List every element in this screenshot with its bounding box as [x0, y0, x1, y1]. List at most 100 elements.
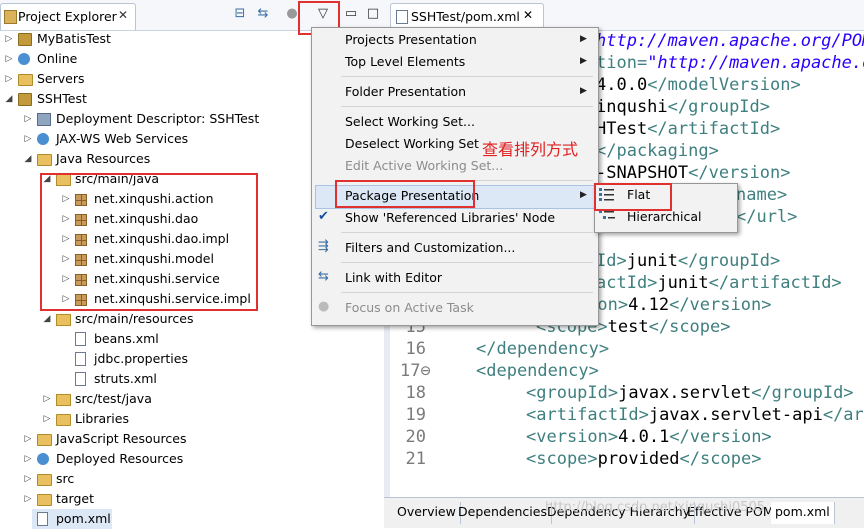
code-token: name> — [736, 185, 788, 205]
tree-item[interactable]: ▷ Deployed Resources — [0, 449, 384, 469]
project-explorer-icon — [4, 10, 17, 24]
tree-item[interactable]: struts.xml — [0, 369, 384, 389]
expand-arrow-icon[interactable]: ▷ — [23, 429, 33, 449]
code-line[interactable]: 4.0.0</modelVersion> — [596, 75, 801, 95]
code-token: <dependency> — [476, 361, 599, 381]
code-line[interactable]: inqushi</groupId> — [596, 97, 770, 117]
code-line[interactable]: http://maven.apache.org/POM — [596, 31, 864, 51]
code-line[interactable]: tion="http://maven.apache.o — [596, 53, 864, 73]
menu-item-folder-presentation[interactable]: Folder Presentation — [345, 82, 466, 102]
tree-item-label: SSHTest — [37, 91, 87, 106]
tree-item-label: MyBatisTest — [37, 31, 111, 46]
menu-separator — [341, 106, 593, 107]
tree-item[interactable]: ▷ target — [0, 489, 384, 509]
tab-project-explorer[interactable]: Project Explorer ✕ — [0, 3, 136, 30]
tab-pom-xml[interactable]: SSHTest/pom.xml ✕ — [390, 3, 544, 30]
expand-arrow-icon[interactable]: ▷ — [4, 29, 14, 49]
menu-item-show-referenced-libraries-node[interactable]: Show 'Referenced Libraries' Node — [345, 208, 555, 228]
task-icon: ● — [318, 299, 330, 314]
collapse-arrow-icon[interactable]: ◢ — [23, 149, 33, 169]
code-line[interactable]: <artifactId>javax.servlet-api</art — [526, 405, 864, 425]
tab-project-explorer-label: Project Explorer — [18, 9, 117, 24]
expand-arrow-icon[interactable]: ▷ — [23, 109, 33, 129]
code-line[interactable]: <scope>provided</scope> — [526, 449, 761, 469]
filter-icon: ⇶ — [318, 239, 329, 254]
code-token: <artifactId> — [526, 405, 649, 425]
tree-item-label: Java Resources — [56, 151, 151, 166]
tree-item[interactable]: pom.xml — [32, 509, 112, 529]
globe-icon — [37, 453, 49, 465]
menu-item-top-level-elements[interactable]: Top Level Elements — [345, 52, 465, 72]
code-line[interactable]: <version>4.0.1</version> — [526, 427, 772, 447]
code-line[interactable]: </dependency> — [476, 339, 609, 359]
code-line[interactable]: <groupId>javax.servlet</groupId> — [526, 383, 854, 403]
expand-arrow-icon[interactable]: ▷ — [23, 489, 33, 509]
tree-item[interactable]: ▷ Libraries — [0, 409, 384, 429]
tree-item[interactable]: beans.xml — [0, 329, 384, 349]
editor-tab-dependencies[interactable]: Dependencies — [454, 502, 552, 524]
code-token: </version> — [669, 295, 772, 315]
tree-item[interactable]: jdbc.properties — [0, 349, 384, 369]
tree-item-label: Servers — [37, 71, 85, 86]
file-icon — [75, 352, 86, 366]
link-with-editor-icon[interactable]: ⇆ — [255, 6, 271, 22]
code-line[interactable]: Id>junit</groupId> — [596, 251, 780, 271]
tree-item[interactable]: ▷ src/test/java — [0, 389, 384, 409]
code-token: </version> — [688, 163, 791, 183]
close-icon[interactable]: ✕ — [523, 8, 533, 22]
expand-arrow-icon[interactable]: ▷ — [23, 129, 33, 149]
menu-item-filters-and-customization[interactable]: Filters and Customization... — [345, 238, 515, 258]
tree-item[interactable]: ▷ JavaScript Resources — [0, 429, 384, 449]
library-icon — [56, 414, 71, 426]
line-number: 18 — [405, 383, 426, 403]
code-token: 4.0.0 — [596, 75, 648, 95]
code-token: </art — [822, 405, 864, 425]
maximize-icon[interactable]: □ — [365, 6, 381, 22]
minimize-icon[interactable]: ▭ — [343, 6, 359, 22]
code-line[interactable]: <dependency> — [476, 361, 599, 381]
expand-arrow-icon[interactable]: ▷ — [23, 469, 33, 489]
collapse-arrow-icon[interactable]: ◢ — [42, 309, 52, 329]
menu-item-select-working-set[interactable]: Select Working Set... — [345, 112, 475, 132]
collapse-arrow-icon[interactable]: ◢ — [4, 89, 14, 109]
source-folder-icon — [56, 314, 71, 326]
globe-icon — [37, 133, 49, 145]
package-presentation-highlight — [335, 180, 475, 208]
code-line[interactable]: name> — [736, 185, 787, 205]
tree-item-label: JavaScript Resources — [56, 431, 187, 446]
code-token: </artifactId> — [708, 273, 842, 293]
tree-item-label: Libraries — [75, 411, 129, 426]
expand-arrow-icon[interactable]: ▷ — [4, 69, 14, 89]
menu-item-deselect-working-set[interactable]: Deselect Working Set — [345, 134, 479, 154]
editor-tab-overview[interactable]: Overview — [393, 502, 461, 524]
expand-arrow-icon[interactable]: ▷ — [23, 449, 33, 469]
menu-item-projects-presentation[interactable]: Projects Presentation — [345, 30, 477, 50]
expand-arrow-icon[interactable]: ▷ — [4, 49, 14, 69]
code-token: javax.servlet-api — [648, 405, 823, 425]
code-line[interactable]: </url> — [736, 207, 797, 227]
code-line[interactable]: </packaging> — [596, 141, 719, 161]
code-line[interactable]: HTest</artifactId> — [596, 119, 780, 139]
expand-arrow-icon[interactable]: ▷ — [42, 389, 52, 409]
tree-item-label: pom.xml — [56, 511, 111, 526]
expand-arrow-icon[interactable]: ▷ — [42, 409, 52, 429]
code-line[interactable]: -SNAPSHOT</version> — [596, 163, 790, 183]
editor-tab-pom-xml[interactable]: pom.xml — [771, 502, 835, 524]
close-icon[interactable]: ✕ — [118, 8, 128, 22]
code-token: </scope> — [648, 317, 731, 337]
code-line[interactable]: actId>junit</artifactId> — [596, 273, 842, 293]
code-token: actId> — [596, 273, 658, 293]
annotation-text: 查看排列方式 — [482, 140, 579, 159]
collapse-all-icon[interactable]: ⊟ — [232, 6, 248, 22]
code-token: HTest — [596, 119, 648, 139]
line-number: 20 — [405, 427, 426, 447]
code-token: 4.12 — [628, 295, 670, 315]
tree-item-label: src/test/java — [75, 391, 152, 406]
code-token: provided — [597, 449, 680, 469]
tree-item[interactable]: ▷ src — [0, 469, 384, 489]
menu-item-link-with-editor[interactable]: Link with Editor — [345, 268, 442, 288]
xml-file-icon — [75, 332, 86, 346]
xml-file-icon — [37, 512, 48, 526]
project-icon — [18, 93, 32, 106]
project-icon — [18, 33, 32, 46]
